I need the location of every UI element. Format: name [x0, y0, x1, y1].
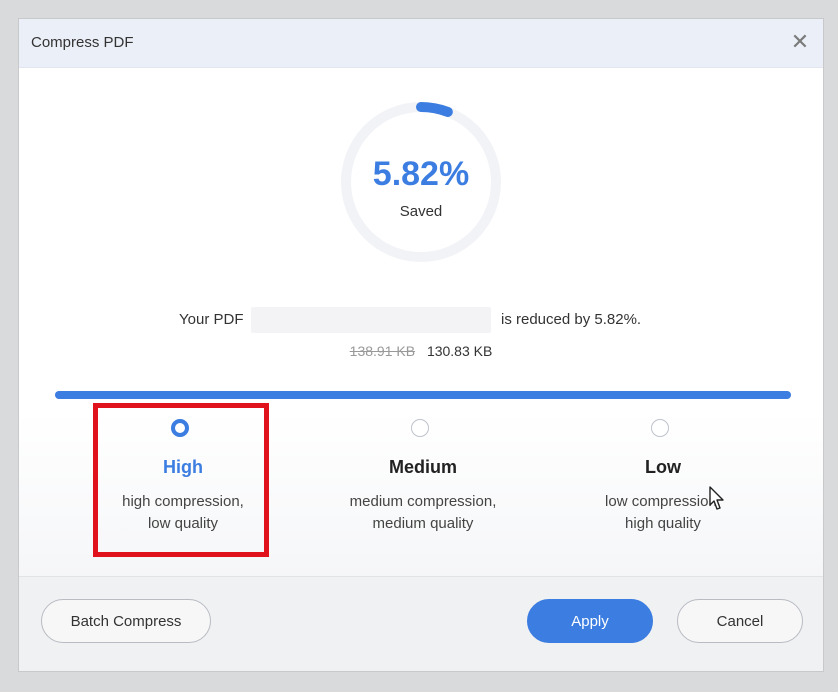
option-medium-label: Medium [388, 457, 457, 477]
filename-field [251, 307, 491, 333]
dialog-footer: Batch Compress Apply Cancel [19, 576, 823, 671]
size-comparison: 138.91 KB 130.83 KB [19, 343, 823, 359]
close-icon[interactable]: ✕ [787, 29, 813, 55]
title-bar: Compress PDF ✕ [19, 19, 823, 68]
option-low-description: low compression, high quality [543, 491, 783, 535]
original-size: 138.91 KB [349, 343, 416, 359]
mouse-cursor-icon [709, 486, 724, 510]
percent-saved: 5.82% [372, 155, 470, 193]
option-low-desc-line1: low compression, [605, 493, 721, 510]
option-medium[interactable]: Medium medium compression, medium qualit… [303, 411, 543, 561]
option-low[interactable]: Low low compression, high quality [543, 411, 783, 561]
slider-fill [55, 391, 791, 399]
option-medium-description: medium compression, medium quality [303, 491, 543, 535]
new-size: 130.83 KB [426, 343, 493, 359]
dialog-title: Compress PDF [31, 34, 134, 51]
option-high-desc-line1: high compression, [122, 493, 244, 510]
option-medium-desc-line2: medium quality [372, 515, 474, 532]
compression-slider[interactable] [55, 391, 791, 399]
apply-button[interactable]: Apply [527, 599, 653, 643]
savings-ring: 5.82% Saved [336, 97, 506, 267]
option-high-label: High [163, 457, 203, 477]
radio-medium[interactable] [411, 419, 429, 437]
saved-label: Saved [399, 203, 443, 220]
compress-pdf-dialog: Compress PDF ✕ 5.82% Saved Your PDF is r… [18, 18, 824, 672]
reduce-prefix: Your PDF [179, 311, 244, 328]
reduction-message: Your PDF is reduced by 5.82%. [19, 307, 823, 333]
option-low-desc-line2: high quality [625, 515, 701, 532]
compression-options: High high compression, low quality Mediu… [19, 411, 823, 579]
batch-compress-button[interactable]: Batch Compress [41, 599, 211, 643]
cancel-button[interactable]: Cancel [677, 599, 803, 643]
reduce-suffix: is reduced by 5.82%. [501, 311, 642, 328]
option-medium-desc-line1: medium compression, [349, 493, 497, 510]
radio-high[interactable] [171, 419, 189, 437]
option-high-description: high compression, low quality [63, 491, 303, 535]
option-low-label: Low [645, 457, 681, 477]
radio-low[interactable] [651, 419, 669, 437]
option-high-desc-line2: low quality [147, 515, 219, 532]
option-high[interactable]: High high compression, low quality [63, 411, 303, 561]
